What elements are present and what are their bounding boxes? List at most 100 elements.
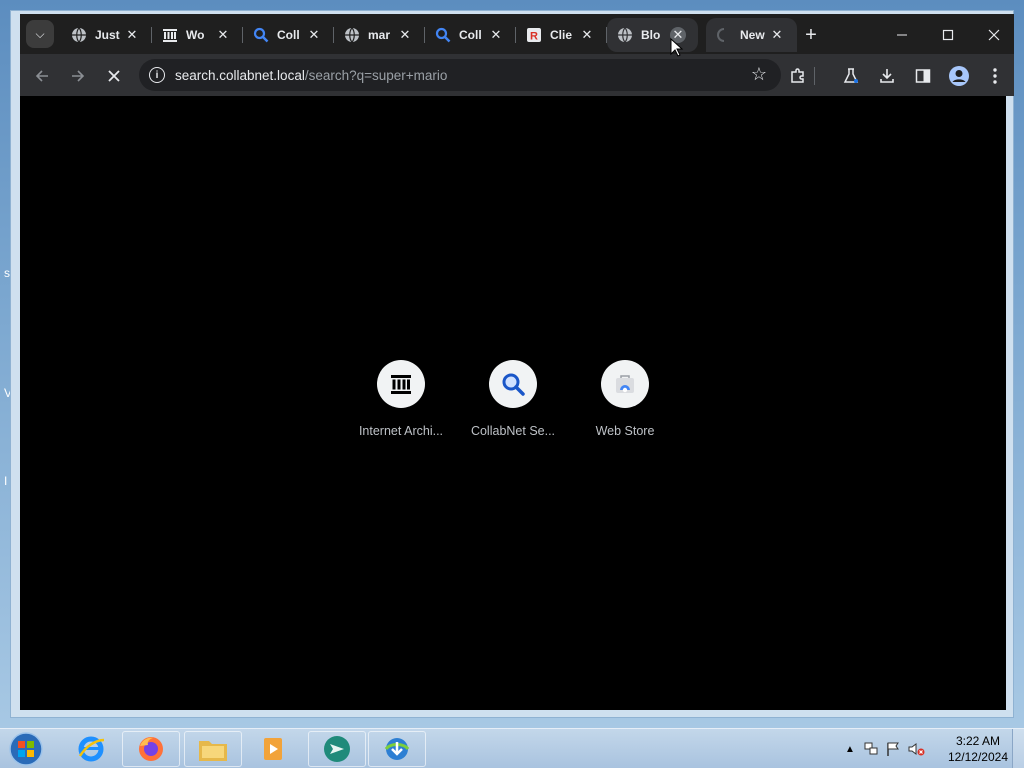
tab-title: Coll	[277, 28, 300, 42]
bookmark-star-icon[interactable]: ☆	[751, 64, 767, 85]
tab-title: New	[740, 28, 765, 42]
search-icon	[253, 27, 269, 43]
back-button[interactable]	[28, 62, 56, 90]
shortcut-label: CollabNet Se...	[470, 424, 556, 438]
tab[interactable]: Just ✕	[61, 18, 152, 52]
shortcut-collabnet-search[interactable]: CollabNet Se...	[463, 360, 563, 438]
close-tab-icon[interactable]: ✕	[124, 27, 140, 43]
minimize-icon	[897, 34, 907, 36]
tab-title: mar	[368, 28, 391, 42]
loading-icon	[716, 27, 732, 43]
taskbar-internet-explorer[interactable]	[62, 731, 120, 767]
taskbar-download-manager[interactable]	[368, 731, 426, 767]
profile-button[interactable]	[945, 62, 973, 90]
new-tab-page: Internet Archi... CollabNet Se... Web St…	[20, 96, 1006, 710]
tab-title: Coll	[459, 28, 482, 42]
action-center-flag-icon[interactable]	[885, 741, 901, 757]
downloads-button[interactable]	[873, 62, 901, 90]
minimize-button[interactable]	[879, 19, 925, 51]
plus-icon: +	[805, 23, 817, 46]
tab-active[interactable]: New ✕	[706, 18, 797, 52]
tab-hovered[interactable]: Blo ✕	[607, 18, 698, 52]
close-icon	[108, 70, 120, 82]
system-tray: ▲	[845, 729, 925, 768]
tab-title: Clie	[550, 28, 573, 42]
kebab-menu-icon	[993, 68, 997, 84]
shortcut-label: Web Store	[595, 424, 655, 438]
taskbar-media-player[interactable]	[244, 731, 302, 767]
arrow-right-icon	[72, 70, 85, 82]
close-icon	[988, 29, 1000, 41]
tab-title: Blo	[641, 28, 661, 42]
firefox-icon	[139, 737, 163, 761]
site-info-icon[interactable]: i	[149, 67, 165, 83]
shortcut-tile[interactable]	[489, 360, 537, 408]
tab[interactable]: Coll ✕	[425, 18, 516, 52]
url-host: search.collabnet.local	[175, 68, 305, 83]
close-tab-icon[interactable]: ✕	[397, 27, 413, 43]
clock-date: 12/12/2024	[947, 750, 1008, 764]
museum-icon	[391, 375, 411, 394]
tab-title: Wo	[186, 28, 205, 42]
address-url[interactable]: search.collabnet.local/search?q=super+ma…	[175, 68, 447, 83]
svg-text:R: R	[530, 31, 538, 43]
app-arrow-icon	[324, 736, 350, 762]
clock-time: 3:22 AM	[955, 734, 1000, 748]
url-path: /search?q=super+mario	[304, 68, 448, 83]
download-icon	[880, 69, 894, 83]
shortcut-internet-archive[interactable]: Internet Archi...	[351, 360, 451, 438]
volume-muted-icon[interactable]	[907, 741, 925, 757]
tab[interactable]: R Clie ✕	[516, 18, 607, 52]
arrow-left-icon	[35, 70, 48, 82]
close-window-button[interactable]	[971, 19, 1017, 51]
download-manager-icon	[384, 738, 410, 760]
museum-icon	[162, 27, 178, 43]
shortcut-web-store[interactable]: Web Store	[575, 360, 675, 438]
tab-title: Just	[95, 28, 120, 42]
search-icon	[435, 27, 451, 43]
stop-loading-button[interactable]	[100, 62, 128, 90]
tab[interactable]: Wo ✕	[152, 18, 243, 52]
close-tab-icon[interactable]: ✕	[488, 27, 504, 43]
labs-button[interactable]	[837, 62, 865, 90]
start-button[interactable]	[6, 731, 46, 767]
tab-search-button[interactable]: ⌵	[26, 20, 54, 48]
close-tab-icon[interactable]: ✕	[306, 27, 322, 43]
maximize-icon	[942, 29, 954, 41]
folder-icon	[199, 741, 227, 761]
chevron-down-icon: ⌵	[35, 26, 45, 41]
show-hidden-icons-button[interactable]: ▲	[845, 744, 855, 755]
address-bar[interactable]: i search.collabnet.local/search?q=super+…	[139, 59, 781, 91]
show-desktop-button[interactable]	[1012, 729, 1024, 768]
media-player-icon	[264, 738, 282, 760]
puzzle-icon	[791, 68, 804, 83]
new-tab-button[interactable]: +	[800, 24, 822, 46]
taskbar: ▲ 3:22 AM 12/12/2024	[0, 728, 1024, 768]
taskbar-file-explorer[interactable]	[184, 731, 242, 767]
internet-explorer-icon	[78, 736, 105, 762]
maximize-button[interactable]	[925, 19, 971, 51]
shortcut-tile[interactable]	[377, 360, 425, 408]
tab[interactable]: Coll ✕	[243, 18, 334, 52]
browser-window: ⌵ Just ✕ Wo ✕ Coll ✕ mar ✕ Coll ✕ R Clie…	[10, 10, 1014, 718]
close-tab-icon[interactable]: ✕	[769, 27, 785, 43]
taskbar-firefox[interactable]	[122, 731, 180, 767]
web-store-icon	[616, 375, 634, 393]
search-icon	[502, 373, 525, 396]
tab-strip: ⌵ Just ✕ Wo ✕ Coll ✕ mar ✕ Coll ✕ R Clie…	[20, 14, 1014, 54]
menu-button[interactable]	[981, 62, 1009, 90]
network-icon[interactable]	[863, 741, 879, 757]
side-panel-button[interactable]	[909, 62, 937, 90]
taskbar-clock[interactable]: 3:22 AM 12/12/2024	[948, 733, 1008, 765]
tab[interactable]: mar ✕	[334, 18, 425, 52]
extensions-button[interactable]	[784, 62, 812, 90]
close-tab-icon[interactable]: ✕	[215, 27, 231, 43]
close-tab-icon[interactable]: ✕	[579, 27, 595, 43]
side-panel-icon	[915, 69, 931, 83]
taskbar-app-arrow[interactable]	[308, 731, 366, 767]
forward-button[interactable]	[64, 62, 92, 90]
globe-icon	[617, 27, 633, 43]
toolbar-divider	[814, 67, 815, 85]
windows-orb-icon	[9, 732, 43, 766]
shortcut-tile[interactable]	[601, 360, 649, 408]
